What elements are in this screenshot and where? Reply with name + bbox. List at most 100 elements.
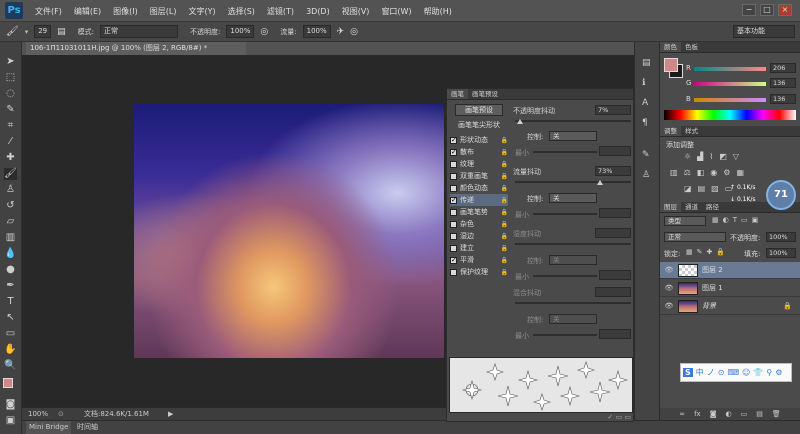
delete-brush-icon[interactable]: ▭ bbox=[624, 413, 631, 421]
fill-input[interactable]: 100% bbox=[766, 248, 796, 258]
brush-tool-icon[interactable]: 🖌 bbox=[4, 168, 17, 180]
wetness-jitter-slider[interactable] bbox=[515, 243, 631, 245]
tab-brush[interactable]: 画笔 bbox=[447, 89, 468, 99]
eye-icon[interactable]: 👁 bbox=[664, 266, 674, 274]
photo-filter-icon[interactable]: ◉ bbox=[710, 168, 717, 177]
layer-row[interactable]: 👁 背景 🔒 bbox=[660, 298, 800, 315]
menu-layer[interactable]: 图层(L) bbox=[145, 6, 182, 17]
shape-tool-icon[interactable]: ▭ bbox=[4, 328, 17, 340]
lock-icon[interactable]: 🔒 bbox=[501, 257, 508, 264]
menu-image[interactable]: 图像(I) bbox=[108, 6, 143, 17]
list-item[interactable]: ✓ 平滑 🔒 bbox=[450, 254, 508, 266]
lock-icon[interactable]: 🔒 bbox=[501, 173, 508, 180]
brush-panel-icon[interactable]: ✎ bbox=[642, 150, 650, 160]
menu-help[interactable]: 帮助(H) bbox=[419, 6, 457, 17]
list-item[interactable]: 建立 🔒 bbox=[450, 242, 508, 254]
eye-icon[interactable]: 👁 bbox=[664, 302, 674, 310]
checkbox[interactable] bbox=[450, 244, 457, 252]
tab-paths[interactable]: 路径 bbox=[702, 202, 723, 212]
menu-filter[interactable]: 滤镜(T) bbox=[262, 6, 299, 17]
lock-transparent-icon[interactable]: ▦ bbox=[686, 248, 693, 256]
list-item[interactable]: 保护纹理 🔒 bbox=[450, 266, 508, 278]
brush-size-value[interactable]: 29 bbox=[34, 25, 52, 38]
list-item[interactable]: ✓ 散布 🔒 bbox=[450, 146, 508, 158]
opacity-pressure-icon[interactable]: ◎ bbox=[260, 27, 268, 37]
lock-icon[interactable]: 🔒 bbox=[501, 197, 508, 204]
brightness-icon[interactable]: ☼ bbox=[684, 152, 691, 161]
tab-channels[interactable]: 通道 bbox=[681, 202, 702, 212]
toggle-bristle-preview-icon[interactable]: ✓ bbox=[607, 413, 613, 421]
create-brush-icon[interactable]: ▭ bbox=[616, 413, 623, 421]
filter-type-icon[interactable]: T bbox=[733, 216, 737, 224]
ime-skin-icon[interactable]: 👕 bbox=[753, 368, 763, 377]
checkbox[interactable] bbox=[450, 268, 457, 276]
checkbox[interactable]: ✓ bbox=[450, 196, 457, 204]
crop-tool-icon[interactable]: ⌗ bbox=[4, 120, 17, 132]
lock-icon[interactable]: 🔒 bbox=[501, 269, 508, 276]
minimum-slider[interactable] bbox=[533, 334, 597, 336]
brush-size-chevron-icon[interactable]: ▾ bbox=[25, 28, 29, 36]
lock-icon[interactable]: 🔒 bbox=[501, 185, 508, 192]
posterize-icon[interactable]: ▤ bbox=[698, 184, 706, 193]
quick-select-tool-icon[interactable]: ✎ bbox=[4, 104, 17, 116]
hue-saturation-icon[interactable]: ▥ bbox=[670, 168, 678, 177]
eyedropper-tool-icon[interactable]: ⁄ bbox=[4, 136, 17, 148]
control-select[interactable]: 关 bbox=[549, 193, 597, 203]
green-slider[interactable] bbox=[694, 82, 766, 86]
mix-jitter-value[interactable] bbox=[595, 287, 631, 297]
mode-select[interactable]: 正常 bbox=[100, 25, 179, 38]
exposure-icon[interactable]: ◩ bbox=[719, 152, 727, 161]
control-select[interactable]: 关 bbox=[549, 255, 597, 265]
delete-layer-icon[interactable]: 🗑 bbox=[772, 410, 781, 418]
ime-logo[interactable]: S bbox=[683, 368, 693, 377]
lock-icon[interactable]: 🔒 bbox=[501, 161, 508, 168]
filter-pixel-icon[interactable]: ▦ bbox=[712, 216, 719, 224]
layer-name[interactable]: 背景 bbox=[702, 301, 716, 311]
path-select-tool-icon[interactable]: ↖ bbox=[4, 312, 17, 324]
list-item[interactable]: 纹理 🔒 bbox=[450, 158, 508, 170]
list-item[interactable]: ✓ 形状动态 🔒 bbox=[450, 134, 508, 146]
brush-panel-toggle-icon[interactable]: ▤ bbox=[57, 27, 66, 37]
mix-jitter-slider[interactable] bbox=[515, 302, 631, 304]
zoom-level[interactable]: 100% bbox=[28, 408, 48, 420]
color-lookup-icon[interactable]: ▦ bbox=[736, 168, 744, 177]
list-item[interactable]: 画笔笔势 🔒 bbox=[450, 206, 508, 218]
list-item[interactable]: 杂色 🔒 bbox=[450, 218, 508, 230]
filter-smart-icon[interactable]: ▣ bbox=[752, 216, 759, 224]
green-value[interactable]: 136 bbox=[770, 78, 796, 88]
brush-tip-shape-item[interactable]: 画笔笔尖形状 bbox=[450, 120, 508, 131]
minimum-slider[interactable] bbox=[533, 151, 597, 153]
color-balance-icon[interactable]: ⚖ bbox=[684, 168, 691, 177]
tab-layers[interactable]: 图层 bbox=[660, 202, 681, 212]
blue-value[interactable]: 136 bbox=[770, 94, 796, 104]
maximize-button[interactable]: □ bbox=[760, 4, 774, 16]
character-panel-icon[interactable]: A bbox=[642, 98, 648, 108]
lock-icon[interactable]: 🔒 bbox=[783, 302, 792, 310]
quick-mask-icon[interactable]: ◙ bbox=[4, 399, 17, 411]
minimum-value[interactable] bbox=[599, 270, 631, 280]
menu-view[interactable]: 视图(V) bbox=[337, 6, 375, 17]
memory-gauge[interactable]: 71 bbox=[766, 180, 796, 210]
move-tool-icon[interactable]: ➤ bbox=[4, 56, 17, 68]
screen-mode-icon[interactable]: ▣ bbox=[4, 415, 17, 427]
foreground-color-chip[interactable] bbox=[664, 58, 678, 72]
color-spectrum-bar[interactable] bbox=[664, 110, 796, 120]
blend-mode-select[interactable]: 正常 bbox=[664, 232, 726, 242]
workspace-select[interactable]: 基本功能 bbox=[733, 25, 795, 38]
new-group-icon[interactable]: ▭ bbox=[741, 410, 748, 418]
layer-mask-icon[interactable]: ◙ bbox=[710, 410, 717, 418]
lock-icon[interactable]: 🔒 bbox=[501, 137, 508, 144]
gradient-tool-icon[interactable]: ▥ bbox=[4, 232, 17, 244]
ime-punctuation[interactable]: ノ bbox=[707, 367, 715, 378]
tab-color[interactable]: 颜色 bbox=[660, 42, 681, 52]
minimum-value[interactable] bbox=[599, 329, 631, 339]
flow-jitter-slider[interactable] bbox=[515, 181, 631, 183]
opacity-jitter-slider[interactable] bbox=[515, 120, 631, 122]
curves-icon[interactable]: ⌇ bbox=[709, 152, 713, 161]
layer-row[interactable]: 👁 图层 1 bbox=[660, 280, 800, 297]
blur-tool-icon[interactable]: 💧 bbox=[4, 248, 17, 260]
list-item[interactable]: 湿边 🔒 bbox=[450, 230, 508, 242]
menu-edit[interactable]: 编辑(E) bbox=[69, 6, 106, 17]
tab-swatches[interactable]: 色板 bbox=[681, 42, 702, 52]
checkbox[interactable] bbox=[450, 232, 457, 240]
